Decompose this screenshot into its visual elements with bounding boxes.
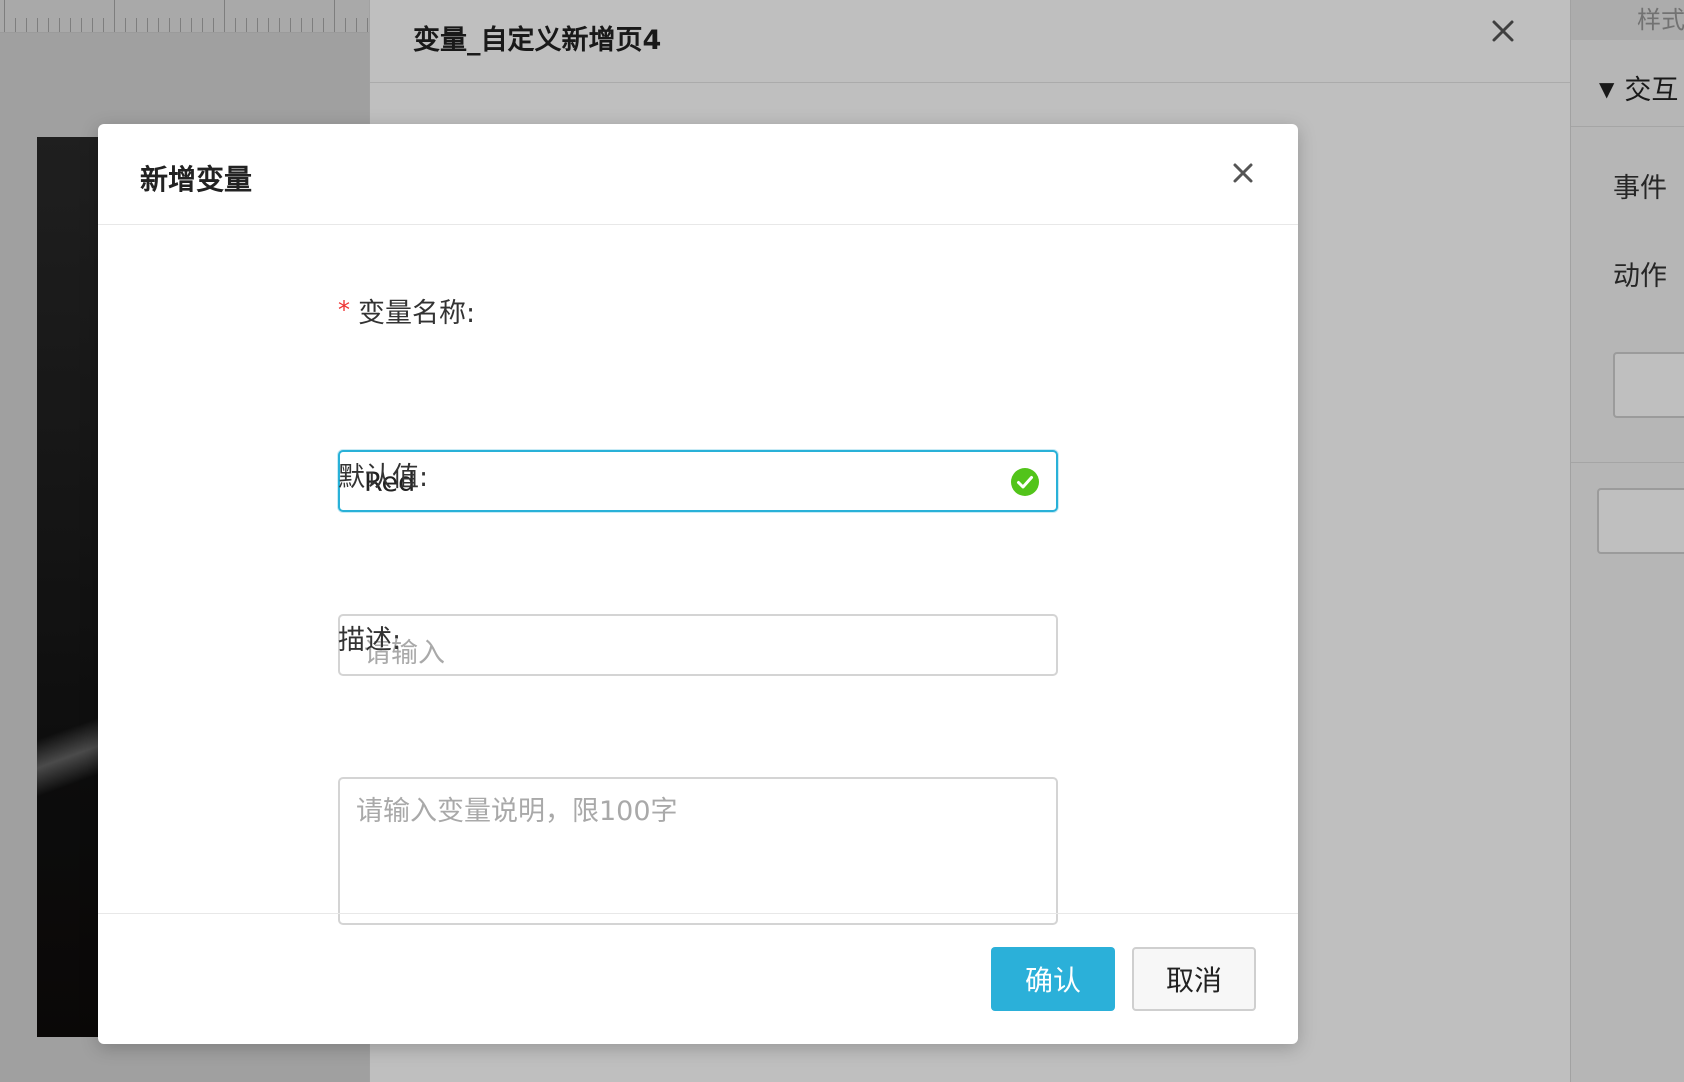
variable-name-input[interactable]: Red [338, 450, 1058, 512]
cancel-button[interactable]: 取消 [1132, 947, 1256, 1011]
description-label: 描述: [338, 625, 402, 656]
required-mark: * [338, 296, 350, 324]
dialog-footer: 确认 取消 [98, 913, 1298, 1044]
close-icon[interactable] [1228, 158, 1258, 188]
check-circle-icon [1011, 468, 1039, 496]
default-value-label: 默认值: [338, 462, 429, 493]
confirm-button[interactable]: 确认 [991, 947, 1115, 1011]
dialog-header: 新增变量 [98, 124, 1298, 225]
description-textarea[interactable]: 请输入变量说明，限100字 [338, 777, 1058, 925]
dialog-title: 新增变量 [140, 163, 253, 196]
dialog-body: * 变量名称: Red 默认值: 请输入 描述: 请输入变量说明，限100字 [98, 225, 1298, 938]
description-placeholder: 请输入变量说明，限100字 [356, 796, 678, 827]
add-variable-dialog: 新增变量 *变量名称: Red 默认值: 请输入 描述: 请输入变量说明，限1 [98, 124, 1298, 1044]
variable-name-label-text: 变量名称: [358, 298, 476, 329]
variable-name-label: * 变量名称: [338, 291, 475, 330]
close-icon[interactable] [1228, 158, 1260, 190]
default-value-input[interactable]: 请输入 [338, 614, 1058, 676]
